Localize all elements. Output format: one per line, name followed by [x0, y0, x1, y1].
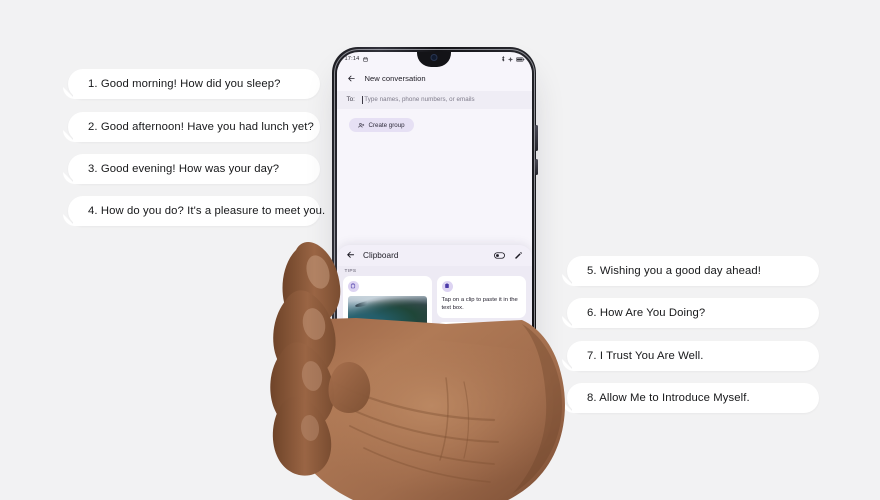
phone-volume-button[interactable]: [535, 125, 538, 151]
phone-power-button[interactable]: [535, 159, 538, 175]
chat-bubble-right-7[interactable]: 7. I Trust You Are Well.: [567, 341, 819, 371]
front-camera-icon: [430, 54, 438, 61]
create-group-button[interactable]: Create group: [348, 118, 414, 132]
text-caret: [361, 95, 363, 104]
location-icon: [508, 56, 513, 62]
chat-bubble-text: 4. How do you do? It's a pleasure to mee…: [88, 205, 326, 217]
chat-bubble-left-1[interactable]: 1. Good morning! How did you sleep?: [68, 69, 320, 99]
recipient-label: To:: [346, 96, 355, 103]
chat-bubble-left-4[interactable]: 4. How do you do? It's a pleasure to mee…: [68, 196, 325, 226]
hand-holding-phone: [270, 242, 565, 500]
chat-bubble-text: 5. Wishing you a good day ahead!: [587, 265, 762, 277]
recipient-input[interactable]: Type names, phone numbers, or emails: [361, 95, 522, 104]
chat-bubble-text: 1. Good morning! How did you sleep?: [88, 78, 281, 90]
create-group-row: Create group: [336, 108, 532, 134]
chat-bubble-left-3[interactable]: 3. Good evening! How was your day?: [68, 154, 320, 184]
page-title: New conversation: [364, 74, 426, 83]
chat-bubble-right-6[interactable]: 6. How Are You Doing?: [567, 298, 819, 328]
calendar-icon: [362, 56, 368, 62]
chat-bubble-text: 3. Good evening! How was your day?: [88, 163, 280, 175]
arrow-back-icon[interactable]: [347, 74, 356, 83]
screenshot-root: 1. Good morning! How did you sleep? 2. G…: [0, 0, 880, 500]
chat-bubble-text: 8. Allow Me to Introduce Myself.: [587, 392, 750, 404]
status-bar-time: 17:14: [344, 56, 360, 62]
chat-bubble-left-2[interactable]: 2. Good afternoon! Have you had lunch ye…: [68, 112, 320, 142]
chat-bubble-text: 6. How Are You Doing?: [587, 307, 706, 319]
battery-icon: [516, 56, 525, 62]
app-bar: New conversation: [336, 66, 532, 91]
recipient-placeholder: Type names, phone numbers, or emails: [364, 96, 475, 103]
chat-bubble-right-5[interactable]: 5. Wishing you a good day ahead!: [567, 256, 819, 286]
recipient-row[interactable]: To: Type names, phone numbers, or emails: [336, 90, 532, 109]
chat-bubble-text: 7. I Trust You Are Well.: [587, 350, 704, 362]
chat-bubble-text: 2. Good afternoon! Have you had lunch ye…: [88, 121, 314, 133]
group-add-icon: [357, 122, 364, 128]
chat-bubble-right-8[interactable]: 8. Allow Me to Introduce Myself.: [567, 383, 819, 413]
bluetooth-icon: [501, 56, 505, 62]
create-group-label: Create group: [368, 121, 405, 129]
hand-fingers: [270, 242, 341, 476]
